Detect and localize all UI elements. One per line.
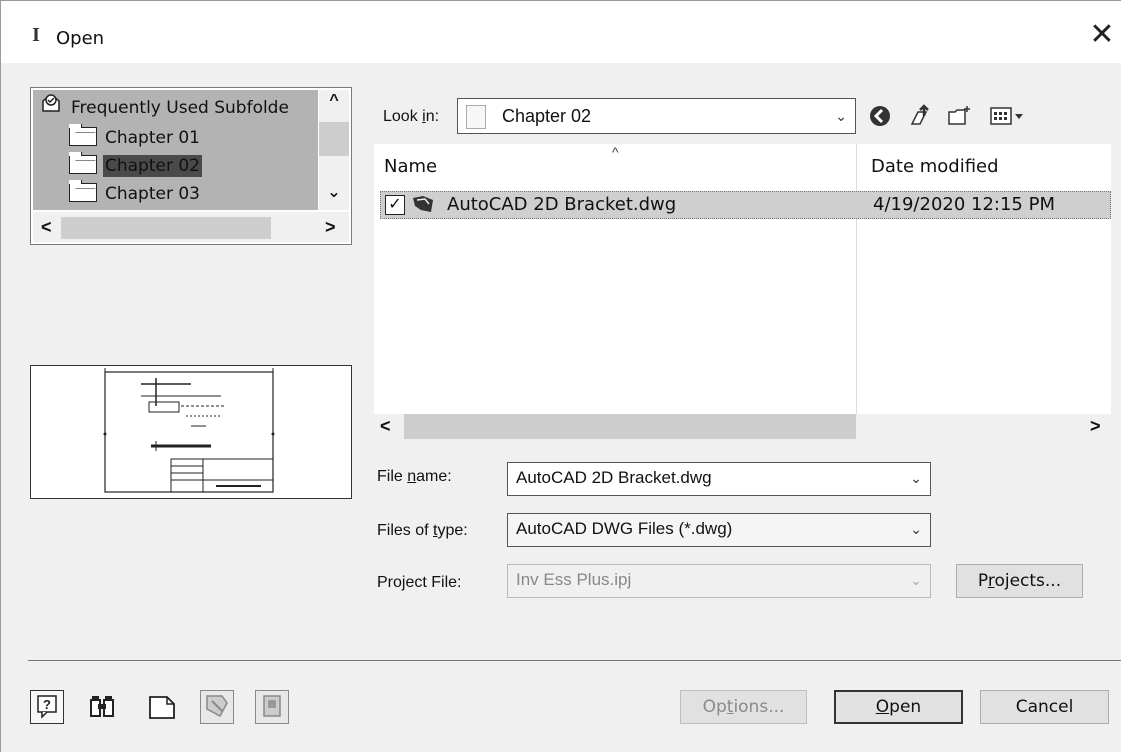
checkbox[interactable]: ✓ — [385, 195, 405, 215]
subfolder-item-label: Chapter 02 — [103, 155, 203, 177]
up-one-level-icon[interactable] — [907, 104, 933, 130]
files-of-type-dropdown[interactable]: AutoCAD DWG Files (*.dwg) ⌄ — [507, 513, 931, 547]
subfolder-list: Frequently Used Subfolde Chapter 01 Chap… — [33, 90, 318, 210]
dwg-file-icon — [411, 194, 433, 214]
inventor-app-icon: I — [32, 24, 40, 46]
close-icon[interactable]: ✕ — [1082, 15, 1121, 55]
folder-icon — [69, 180, 97, 202]
scrollbar-thumb[interactable] — [61, 217, 271, 239]
cancel-button[interactable]: Cancel — [980, 690, 1109, 724]
scroll-up-icon[interactable]: ^ — [319, 92, 349, 110]
projects-button[interactable]: Projects... — [956, 564, 1083, 598]
export-icon[interactable] — [255, 690, 289, 724]
file-name-value: AutoCAD 2D Bracket.dwg — [516, 468, 712, 487]
column-header-date-modified[interactable]: Date modified — [871, 156, 999, 178]
frequently-used-subfolders-panel: Frequently Used Subfolde Chapter 01 Chap… — [30, 87, 352, 245]
file-list-horizontal-scrollbar[interactable]: < > — [374, 414, 1111, 439]
new-file-icon[interactable] — [145, 690, 179, 724]
back-icon[interactable] — [867, 104, 893, 130]
scrollbar-thumb[interactable] — [319, 122, 349, 156]
options-button[interactable]: Options... — [680, 690, 807, 724]
open-button[interactable]: Open — [834, 690, 963, 724]
scroll-left-icon[interactable]: < — [380, 414, 391, 439]
file-date-modified: 4/19/2020 12:15 PM — [873, 194, 1055, 215]
subfolder-item-label: Chapter 03 — [105, 184, 201, 204]
look-in-dropdown[interactable]: Chapter 02 ⌄ — [457, 98, 856, 134]
drawing-preview — [30, 365, 352, 499]
files-of-type-value: AutoCAD DWG Files (*.dwg) — [516, 519, 733, 538]
find-binoculars-icon[interactable] — [85, 690, 119, 724]
file-list: ^ Name Date modified ✓ AutoCAD 2D Bracke… — [374, 144, 1111, 439]
scroll-right-icon[interactable]: > — [325, 212, 336, 242]
file-name-input[interactable]: AutoCAD 2D Bracket.dwg ⌄ — [507, 462, 931, 496]
subfolder-item-chapter-01[interactable]: Chapter 01 — [69, 124, 202, 152]
open-dialog: I Open ✕ Frequently Used Subfolde Chapte… — [0, 0, 1121, 752]
files-of-type-label: Files of type: — [377, 522, 468, 539]
chevron-down-icon: ⌄ — [835, 108, 847, 124]
scroll-down-icon[interactable]: ⌄ — [319, 182, 349, 202]
folder-icon — [69, 152, 97, 174]
title-bar: I Open ✕ — [1, 1, 1121, 63]
chevron-down-icon: ⌄ — [910, 521, 922, 537]
look-in-value: Chapter 02 — [502, 106, 592, 126]
subfolder-horizontal-scrollbar[interactable]: < > — [33, 212, 349, 242]
window-title: Open — [56, 28, 105, 49]
footer-divider — [28, 660, 1121, 661]
file-row[interactable]: ✓ AutoCAD 2D Bracket.dwg 4/19/2020 12:15… — [380, 191, 1111, 219]
import-icon[interactable] — [200, 690, 234, 724]
subfolder-header-label: Frequently Used Subfolde — [71, 98, 289, 118]
chevron-down-icon[interactable]: ⌄ — [910, 463, 922, 493]
sort-ascending-icon: ^ — [612, 144, 619, 160]
folder-document-icon — [466, 105, 486, 129]
drawing-preview-image — [103, 368, 275, 493]
subfolder-vertical-scrollbar[interactable]: ^ ⌄ — [319, 90, 349, 210]
favorites-icon — [39, 94, 63, 122]
scroll-left-icon[interactable]: < — [41, 212, 52, 242]
look-in-label: Look in: — [383, 108, 440, 125]
chevron-down-icon: ⌄ — [910, 572, 922, 588]
subfolder-item-chapter-02[interactable]: Chapter 02 — [69, 152, 203, 180]
project-file-dropdown[interactable]: Inv Ess Plus.ipj ⌄ — [507, 564, 931, 598]
help-icon[interactable]: ? — [30, 690, 64, 724]
new-folder-icon[interactable] — [947, 104, 973, 130]
project-file-value: Inv Ess Plus.ipj — [516, 570, 632, 589]
file-name-label: File name: — [377, 468, 452, 485]
subfolder-header[interactable]: Frequently Used Subfolde — [39, 94, 291, 122]
column-header-name[interactable]: Name — [384, 156, 437, 178]
subfolder-item-label: Chapter 01 — [105, 128, 201, 148]
view-menu-icon[interactable] — [987, 104, 1027, 130]
subfolder-item-chapter-03[interactable]: Chapter 03 — [69, 180, 202, 208]
project-file-label: Project File: — [377, 574, 462, 591]
scrollbar-thumb[interactable] — [404, 414, 856, 439]
folder-icon — [69, 124, 97, 146]
scroll-right-icon[interactable]: > — [1090, 414, 1101, 439]
svg-text:?: ? — [43, 697, 51, 712]
column-divider[interactable] — [856, 144, 857, 414]
file-name: AutoCAD 2D Bracket.dwg — [447, 194, 677, 215]
